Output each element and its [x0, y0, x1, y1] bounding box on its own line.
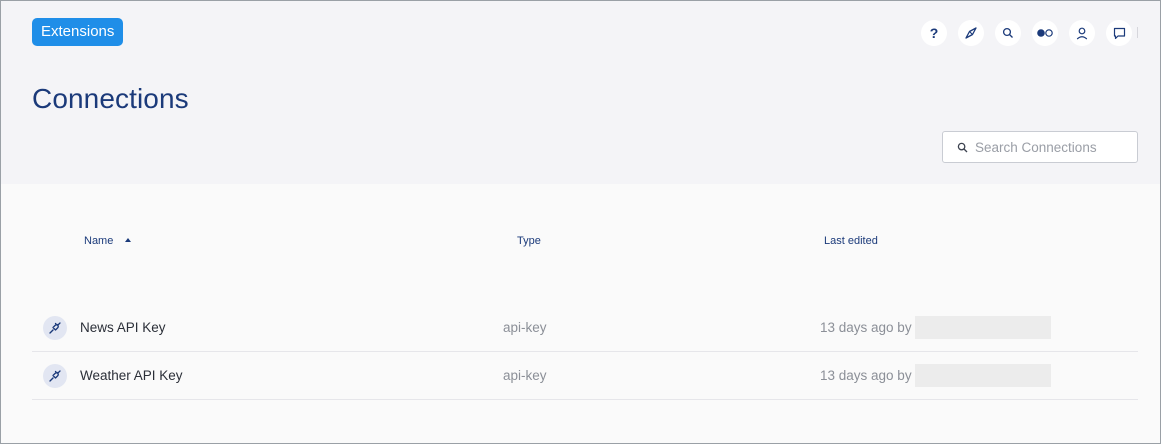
sort-ascending-icon	[125, 238, 132, 242]
toggle-button[interactable]	[1032, 20, 1058, 46]
chat-button[interactable]	[1106, 20, 1132, 46]
table-row[interactable]: Weather API Key api-key 13 days ago by	[32, 352, 1138, 400]
profile-button[interactable]	[1069, 20, 1095, 46]
connection-type: api-key	[503, 320, 547, 335]
search-icon	[957, 142, 968, 152]
toolbar-divider	[1137, 27, 1138, 38]
page-title: Connections	[32, 83, 189, 114]
last-edited-text: 13 days ago by	[820, 320, 912, 335]
app-window: Extensions ? Connections Search Connecti…	[0, 0, 1161, 444]
connection-name: Weather API Key	[80, 368, 183, 383]
column-header-type[interactable]: Type	[517, 235, 541, 247]
chat-icon	[1113, 27, 1125, 39]
table-row[interactable]: News API Key api-key 13 days ago by	[32, 304, 1138, 352]
extensions-button[interactable]: Extensions	[32, 18, 124, 46]
column-header-last-edited[interactable]: Last edited	[824, 235, 878, 247]
search-input[interactable]	[975, 139, 1135, 155]
explore-button[interactable]	[958, 20, 984, 46]
search-button[interactable]	[995, 20, 1021, 46]
compass-icon	[965, 27, 977, 39]
column-header-name[interactable]: Name	[84, 235, 132, 247]
top-toolbar: ?	[921, 20, 1143, 46]
connection-type: api-key	[503, 368, 547, 383]
last-edited-text: 13 days ago by	[820, 368, 912, 383]
help-icon: ?	[929, 25, 939, 41]
plug-icon	[43, 316, 67, 340]
search-connections-field[interactable]	[942, 131, 1138, 163]
redacted-user	[915, 316, 1051, 339]
plug-icon	[43, 364, 67, 388]
help-button[interactable]: ?	[921, 20, 947, 46]
connection-name: News API Key	[80, 320, 166, 335]
toggle-icon	[1037, 29, 1053, 37]
redacted-user	[915, 364, 1051, 387]
page-header: Extensions ? Connections Search Connecti…	[1, 1, 1160, 184]
user-icon	[1076, 27, 1088, 39]
search-icon	[1002, 27, 1013, 38]
column-header-name-label: Name	[84, 235, 114, 247]
